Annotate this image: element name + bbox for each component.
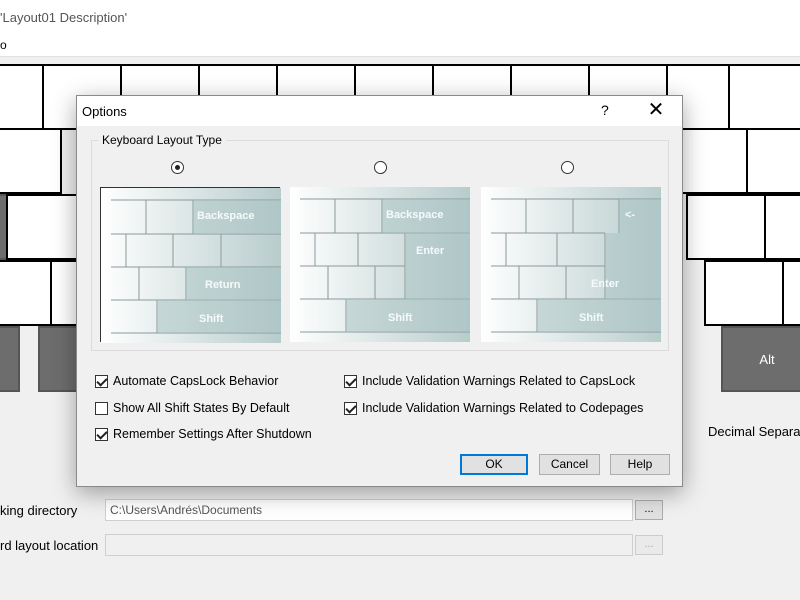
keyboard-key[interactable] xyxy=(0,64,44,130)
close-icon[interactable]: ✕ xyxy=(640,97,672,125)
keyboard-layout-location-field[interactable] xyxy=(105,534,633,556)
menu-item-fragment[interactable]: o xyxy=(0,38,7,52)
keyboard-key[interactable] xyxy=(704,260,784,326)
keyboard-key[interactable] xyxy=(728,64,800,130)
layout-preview-1-graphic: Backspace Return Shift xyxy=(101,188,281,343)
ok-button[interactable]: OK xyxy=(460,454,528,475)
layout-radio-1[interactable] xyxy=(171,161,184,174)
keyboard-key-alt[interactable]: Alt xyxy=(721,326,800,392)
remember-settings-checkbox[interactable] xyxy=(95,427,108,441)
preview-3-key-label-3: Shift xyxy=(579,312,604,324)
capslock-warnings-checkbox[interactable] xyxy=(344,374,357,388)
browse-working-directory-button[interactable]: ... xyxy=(635,500,663,520)
keyboard-key[interactable] xyxy=(0,260,52,326)
automate-capslock-checkbox[interactable] xyxy=(95,374,108,388)
layout-preview-3[interactable]: <- Enter Shift xyxy=(481,187,661,342)
help-button[interactable]: Help xyxy=(610,454,670,475)
show-all-shift-states-label: Show All Shift States By Default xyxy=(113,401,290,415)
alt-key-label: Alt xyxy=(759,351,775,367)
group-label: Keyboard Layout Type xyxy=(102,133,222,147)
help-icon[interactable]: ? xyxy=(601,102,609,118)
keyboard-layout-location-label: rd layout location xyxy=(0,538,99,553)
dialog-title-bar: Options ? ✕ xyxy=(77,96,682,126)
keyboard-key[interactable] xyxy=(746,128,800,194)
radio-selected-dot xyxy=(175,165,180,170)
working-directory-field[interactable]: C:\Users\Andrés\Documents xyxy=(105,499,633,521)
preview-2-key-label-3: Shift xyxy=(388,312,413,324)
layout-preview-2[interactable]: Backspace Enter Shift xyxy=(290,187,470,342)
cancel-button[interactable]: Cancel xyxy=(539,454,600,475)
keyboard-key[interactable] xyxy=(764,194,800,260)
remember-settings-label: Remember Settings After Shutdown xyxy=(113,427,312,441)
show-all-shift-states-option[interactable]: Show All Shift States By Default xyxy=(95,400,289,416)
keyboard-key[interactable] xyxy=(0,128,62,194)
dialog-title: Options xyxy=(82,104,127,119)
keyboard-key[interactable] xyxy=(686,194,766,260)
decimal-separator-label: Decimal Separato xyxy=(708,424,800,439)
preview-2-key-label-1: Backspace xyxy=(386,209,444,221)
layout-preview-2-graphic: Backspace Enter Shift xyxy=(290,187,470,342)
layout-radio-3[interactable] xyxy=(561,161,574,174)
automate-capslock-option[interactable]: Automate CapsLock Behavior xyxy=(95,373,278,389)
preview-3-key-label-2: Enter xyxy=(591,278,620,290)
keyboard-key[interactable] xyxy=(782,260,800,326)
working-directory-label: king directory xyxy=(0,503,78,518)
browse-layout-location-button[interactable]: ... xyxy=(635,535,663,555)
codepage-warnings-option[interactable]: Include Validation Warnings Related to C… xyxy=(344,400,643,416)
capslock-warnings-option[interactable]: Include Validation Warnings Related to C… xyxy=(344,373,635,389)
keyboard-key[interactable] xyxy=(0,326,20,392)
menu-bar: o xyxy=(0,36,800,57)
layout-radio-2[interactable] xyxy=(374,161,387,174)
show-all-shift-states-checkbox[interactable] xyxy=(95,401,108,415)
preview-2-key-label-2: Enter xyxy=(416,245,445,257)
codepage-warnings-label: Include Validation Warnings Related to C… xyxy=(362,401,644,415)
automate-capslock-label: Automate CapsLock Behavior xyxy=(113,374,279,388)
app-title-bar: 'Layout01 Description' xyxy=(0,0,800,36)
layout-preview-1[interactable]: Backspace Return Shift xyxy=(100,187,281,343)
layout-preview-3-graphic: <- Enter Shift xyxy=(481,187,661,342)
app-title: 'Layout01 Description' xyxy=(0,10,128,25)
keyboard-key[interactable] xyxy=(6,194,80,260)
preview-3-key-label-1: <- xyxy=(625,209,635,221)
remember-settings-option[interactable]: Remember Settings After Shutdown xyxy=(95,426,312,442)
options-dialog: Options ? ✕ Keyboard Layout Type Backspa… xyxy=(76,95,683,487)
capslock-warnings-label: Include Validation Warnings Related to C… xyxy=(362,374,636,388)
preview-1-key-label-2: Return xyxy=(205,279,241,291)
preview-1-key-label-1: Backspace xyxy=(197,210,255,222)
preview-1-key-label-3: Shift xyxy=(199,313,224,325)
codepage-warnings-checkbox[interactable] xyxy=(344,401,357,415)
